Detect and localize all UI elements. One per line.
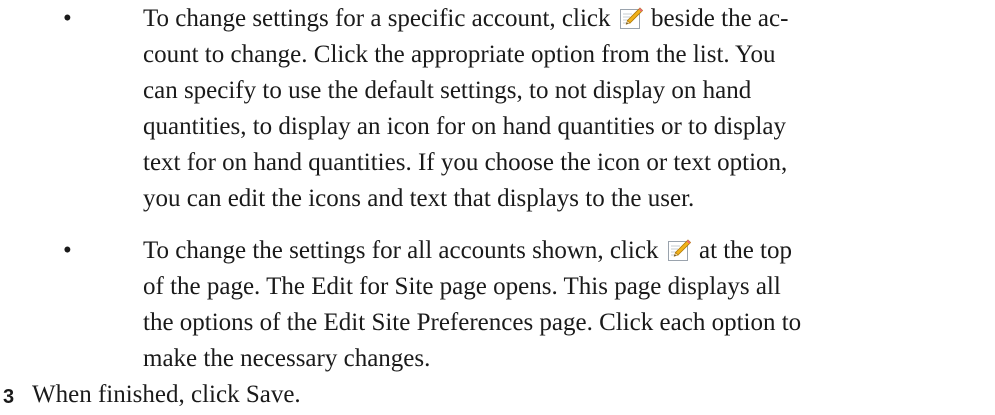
step-text: When finished, click Save. xyxy=(32,381,301,408)
step-number: 3 xyxy=(3,386,15,408)
bullet-2-line-1: To change the settings for all accounts … xyxy=(143,236,792,266)
bullet-1-text-after-icon: beside the ac- xyxy=(644,5,789,32)
bullet-2-line-3: the options of the Edit Site Preferences… xyxy=(143,309,802,336)
edit-pencil-icon xyxy=(667,238,691,262)
bullet-1-line-1: To change settings for a specific accoun… xyxy=(143,4,788,34)
bullet-2-text-before-icon: To change the settings for all accounts … xyxy=(143,237,665,264)
bullet-1-line-5: text for on hand quantities. If you choo… xyxy=(143,149,788,176)
bullet-marker: • xyxy=(63,237,72,264)
bullet-1-line-4: quantities, to display an icon for on ha… xyxy=(143,113,786,140)
bullet-2-line-4: make the necessary changes. xyxy=(143,345,431,372)
document-page: • To change settings for a specific acco… xyxy=(0,0,995,415)
bullet-2-line-2: of the page. The Edit for Site page open… xyxy=(143,273,781,300)
bullet-1-line-6: you can edit the icons and text that dis… xyxy=(143,185,695,212)
bullet-marker: • xyxy=(63,5,72,32)
edit-pencil-icon xyxy=(619,6,643,30)
bullet-1-line-3: can specify to use the default settings,… xyxy=(143,77,752,104)
bullet-1-text-before-icon: To change settings for a specific accoun… xyxy=(143,5,617,32)
bullet-1-line-2: count to change. Click the appropriate o… xyxy=(143,41,776,68)
bullet-2-text-after-icon: at the top xyxy=(692,237,792,264)
